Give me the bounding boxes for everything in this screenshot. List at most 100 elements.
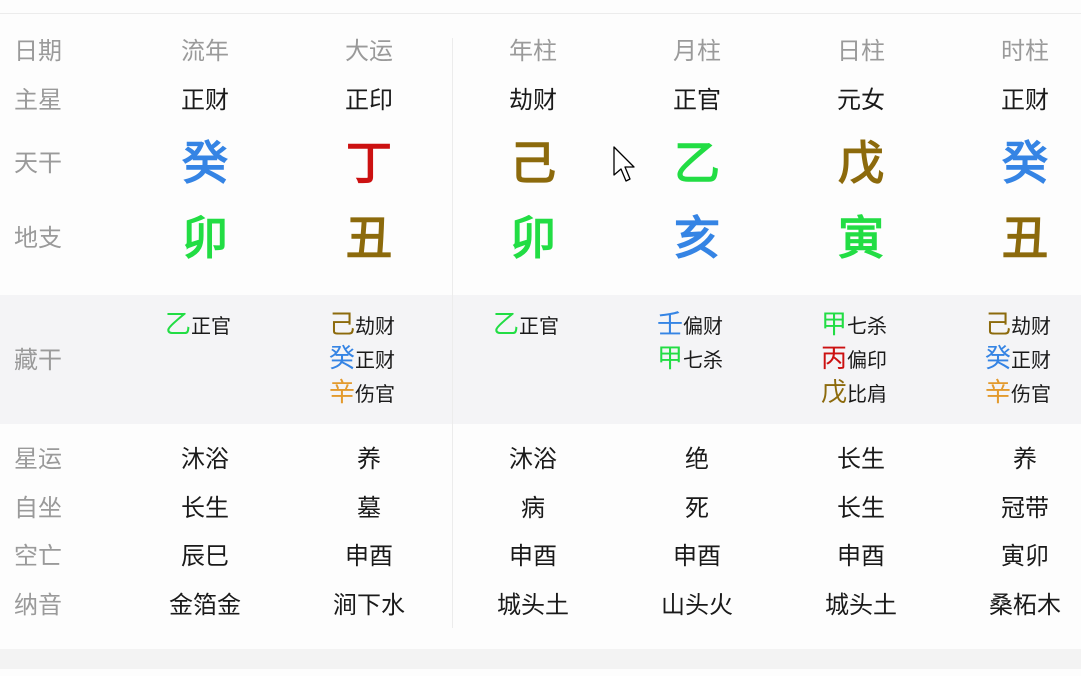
- star-fortune: 沐浴: [181, 445, 229, 473]
- heavenly-stem: 己: [510, 136, 556, 190]
- label-void: 空亡: [14, 542, 62, 570]
- hidden-stem-item: 戊比肩: [821, 376, 887, 410]
- nayin: 城头土: [497, 591, 569, 619]
- main-star: 正官: [673, 86, 721, 114]
- star-fortune: 养: [357, 445, 381, 473]
- ten-god: 偏印: [847, 348, 888, 372]
- heavenly-stem: 乙: [674, 136, 720, 190]
- label-main-star: 主星: [14, 86, 62, 114]
- earthly-branch: 亥: [674, 211, 720, 265]
- self-seat: 冠带: [1001, 494, 1049, 522]
- hidden-stem: 乙: [493, 310, 520, 340]
- column-header: 大运: [345, 37, 393, 65]
- hidden-stem: 辛: [985, 378, 1012, 408]
- hidden-stem-item: 丙偏印: [821, 342, 887, 376]
- ten-god: 七杀: [683, 348, 724, 372]
- star-fortune: 沐浴: [509, 445, 557, 473]
- mouse-cursor-icon: [613, 146, 635, 182]
- hidden-stem-item: 癸正财: [329, 342, 395, 376]
- label-earthly-branch: 地支: [14, 224, 62, 252]
- star-fortune: 绝: [685, 445, 709, 473]
- self-seat: 墓: [357, 494, 381, 522]
- void-branches: 申酉: [345, 542, 393, 570]
- ten-god: 正财: [1011, 348, 1052, 372]
- main-star: 正印: [345, 86, 393, 114]
- ten-god: 伤官: [1011, 382, 1052, 406]
- void-branches: 辰巳: [181, 542, 229, 570]
- star-fortune: 养: [1013, 445, 1037, 473]
- earthly-branch: 丑: [1002, 211, 1048, 265]
- nayin: 涧下水: [333, 591, 405, 619]
- hidden-stem-item: 己劫财: [329, 308, 395, 342]
- hidden-stem-item: 甲七杀: [657, 342, 723, 376]
- hidden-stem: 壬: [657, 310, 684, 340]
- hidden-stem: 戊: [821, 378, 848, 408]
- hidden-stem: 丙: [821, 344, 848, 374]
- hidden-stem-item: 辛伤官: [329, 376, 395, 410]
- ten-god: 偏财: [683, 314, 724, 338]
- heavenly-stem: 丁: [346, 136, 392, 190]
- hidden-stem-item: 乙正官: [493, 308, 559, 342]
- star-fortune: 长生: [837, 445, 885, 473]
- column-header: 年柱: [509, 37, 557, 65]
- void-branches: 寅卯: [1001, 542, 1049, 570]
- main-star: 正财: [1001, 86, 1049, 114]
- hidden-stem-item: 甲七杀: [821, 308, 887, 342]
- main-star: 元女: [837, 86, 885, 114]
- heavenly-stem: 癸: [1002, 136, 1048, 190]
- hidden-stems-list: 甲七杀丙偏印戊比肩: [821, 308, 941, 410]
- ten-god: 劫财: [355, 314, 396, 338]
- hidden-stem: 己: [329, 310, 356, 340]
- label-self-seat: 自坐: [14, 494, 62, 522]
- self-seat: 死: [685, 494, 709, 522]
- column-header: 时柱: [1001, 37, 1049, 65]
- hidden-stems-list: 己劫财癸正财辛伤官: [985, 308, 1081, 410]
- heavenly-stem: 戊: [838, 136, 884, 190]
- label-star-fortune: 星运: [14, 445, 62, 473]
- top-border: [0, 13, 1081, 14]
- earthly-branch: 丑: [346, 211, 392, 265]
- ten-god: 劫财: [1011, 314, 1052, 338]
- hidden-stem: 辛: [329, 378, 356, 408]
- hidden-stem: 癸: [985, 344, 1012, 374]
- ten-god: 正官: [191, 314, 232, 338]
- ten-god: 伤官: [355, 382, 396, 406]
- nayin: 山头火: [661, 591, 733, 619]
- footer-band: [0, 649, 1081, 669]
- label-hidden-stems: 藏干: [14, 346, 62, 374]
- hidden-stem-item: 乙正官: [165, 308, 231, 342]
- ten-god: 正财: [355, 348, 396, 372]
- nayin: 金箔金: [169, 591, 241, 619]
- void-branches: 申酉: [509, 542, 557, 570]
- earthly-branch: 寅: [838, 211, 884, 265]
- hidden-stems-list: 壬偏财甲七杀: [657, 308, 777, 376]
- main-star: 劫财: [509, 86, 557, 114]
- hidden-stem: 甲: [821, 310, 848, 340]
- hidden-stem: 甲: [657, 344, 684, 374]
- hidden-stems-list: 己劫财癸正财辛伤官: [329, 308, 449, 410]
- hidden-stem-item: 癸正财: [985, 342, 1051, 376]
- ten-god: 正官: [519, 314, 560, 338]
- column-header: 流年: [181, 37, 229, 65]
- hidden-stem: 癸: [329, 344, 356, 374]
- hidden-stem-item: 辛伤官: [985, 376, 1051, 410]
- self-seat: 长生: [837, 494, 885, 522]
- hidden-stems-list: 乙正官: [165, 308, 285, 342]
- column-divider: [452, 38, 453, 628]
- hidden-stems-list: 乙正官: [493, 308, 613, 342]
- hidden-stem: 乙: [165, 310, 192, 340]
- heavenly-stem: 癸: [182, 136, 228, 190]
- column-header: 日柱: [837, 37, 885, 65]
- self-seat: 病: [521, 494, 545, 522]
- main-star: 正财: [181, 86, 229, 114]
- label-heavenly-stem: 天干: [14, 149, 62, 177]
- hidden-stem-item: 己劫财: [985, 308, 1051, 342]
- nayin: 城头土: [825, 591, 897, 619]
- ten-god: 比肩: [847, 382, 888, 406]
- ten-god: 七杀: [847, 314, 888, 338]
- earthly-branch: 卯: [510, 211, 556, 265]
- earthly-branch: 卯: [182, 211, 228, 265]
- nayin: 桑柘木: [989, 591, 1061, 619]
- self-seat: 长生: [181, 494, 229, 522]
- void-branches: 申酉: [673, 542, 721, 570]
